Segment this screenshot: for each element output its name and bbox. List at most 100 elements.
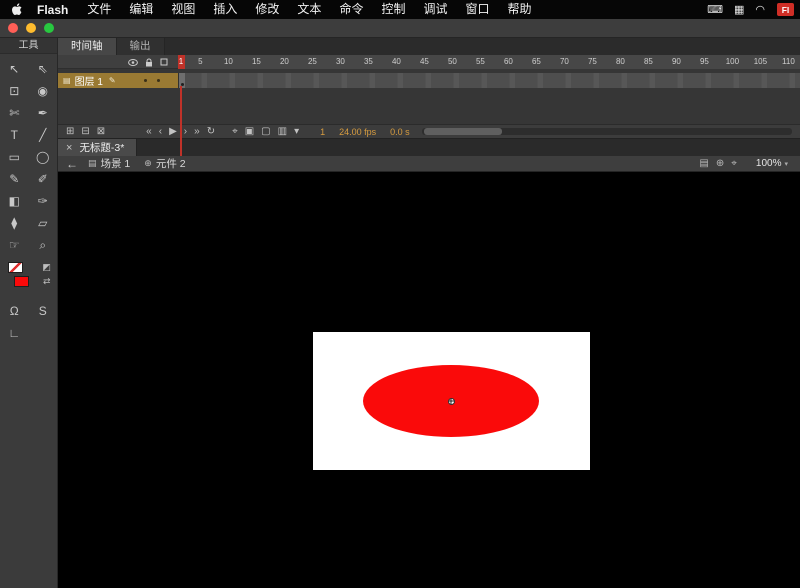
lock-column-icon[interactable] xyxy=(145,58,153,67)
menu-item[interactable]: 插入 xyxy=(204,0,246,19)
text-tool[interactable]: T xyxy=(0,124,29,146)
back-button[interactable]: ← xyxy=(66,157,78,171)
layer-lock-dot[interactable] xyxy=(157,79,160,82)
ruler-frame-label: 30 xyxy=(335,56,345,66)
tab-output[interactable]: 输出 xyxy=(116,38,165,55)
minimize-window-button[interactable] xyxy=(26,23,36,33)
playhead[interactable]: 1 xyxy=(178,55,185,69)
layer-edit-pencil-icon: ✎ xyxy=(108,76,116,85)
tab-timeline[interactable]: 时间轴 xyxy=(58,38,117,55)
menu-item[interactable]: 文本 xyxy=(288,0,330,19)
scene-icon: ▤ xyxy=(88,158,97,168)
menu-item[interactable]: 修改 xyxy=(246,0,288,19)
keyboard-icon[interactable]: ⌨ xyxy=(707,3,723,16)
display-icon[interactable]: ▦ xyxy=(734,3,744,16)
step-back-button[interactable]: ‹ xyxy=(159,125,162,139)
outline-column-icon[interactable] xyxy=(160,58,168,66)
close-window-button[interactable] xyxy=(8,23,18,33)
ruler-frame-label: 25 xyxy=(307,56,317,66)
straighten-button[interactable]: ∟ xyxy=(0,322,29,344)
center-stage-button[interactable]: ⌖ xyxy=(731,157,737,171)
layer-visibility-dot[interactable] xyxy=(144,79,147,82)
swap-colors-button[interactable]: ⇄ xyxy=(42,276,51,286)
loop-button[interactable]: ↻ xyxy=(207,125,215,139)
go-to-last-frame-button[interactable]: » xyxy=(194,125,200,139)
edit-symbol-button[interactable]: ⊕ xyxy=(716,157,724,171)
new-folder-button[interactable]: ⊟ xyxy=(81,125,89,139)
oval-tool[interactable]: ◯ xyxy=(29,146,58,168)
color-controls: ◩ ⇄ xyxy=(0,260,57,294)
play-button[interactable]: ▶ xyxy=(169,125,177,139)
menu-item[interactable]: 控制 xyxy=(372,0,414,19)
menu-item[interactable]: 帮助 xyxy=(499,0,541,19)
ruler-frame-label: 60 xyxy=(503,56,513,66)
selection-tool[interactable]: ↖ xyxy=(0,58,29,80)
edit-scene-button[interactable]: ▤ xyxy=(699,157,708,171)
timeline-scrollbar-thumb[interactable] xyxy=(423,128,502,135)
gradient-transform-tool[interactable]: ◉ xyxy=(29,80,58,102)
timeline-scrollbar[interactable] xyxy=(421,128,792,135)
onion-skin-button[interactable]: ▣ xyxy=(245,125,254,139)
chevron-down-icon: ▾ xyxy=(784,160,788,168)
stage-canvas[interactable] xyxy=(313,332,590,470)
tools-panel-tab[interactable]: 工具 xyxy=(0,38,57,54)
flash-app-badge[interactable]: Fl xyxy=(777,3,794,16)
rectangle-tool[interactable]: ▭ xyxy=(0,146,29,168)
menu-item[interactable]: 文件 xyxy=(78,0,120,19)
zoom-control[interactable]: 100% ▾ xyxy=(756,158,788,169)
paint-bucket-tool[interactable]: ◧ xyxy=(0,190,29,212)
playhead-line[interactable] xyxy=(180,86,182,156)
close-document-icon[interactable]: × xyxy=(66,142,72,154)
frame-rate-value[interactable]: 24.00 fps xyxy=(339,127,376,137)
zoom-tool[interactable]: ⌕ xyxy=(29,234,58,256)
line-tool[interactable]: ╱ xyxy=(29,124,58,146)
scene-breadcrumb[interactable]: 场景 1 xyxy=(101,156,131,171)
zoom-value[interactable]: 100% xyxy=(756,158,782,169)
eraser-tool[interactable]: ▱ xyxy=(29,212,58,234)
lasso-tool[interactable]: ✄ xyxy=(0,102,29,124)
fill-color-chip[interactable] xyxy=(14,276,29,287)
symbol-breadcrumb[interactable]: 元件 2 xyxy=(156,156,186,171)
edit-multiple-frames-button[interactable]: ▥ xyxy=(278,125,287,139)
window-titlebar[interactable] xyxy=(0,19,800,38)
pen-tool[interactable]: ✒ xyxy=(29,102,58,124)
onion-skin-outlines-button[interactable]: ▢ xyxy=(261,125,270,139)
smooth-button[interactable]: S xyxy=(29,300,58,322)
hand-tool[interactable]: ☞ xyxy=(0,234,29,256)
stroke-color-chip[interactable] xyxy=(8,262,23,273)
red-ellipse-shape[interactable] xyxy=(363,365,539,437)
menu-item[interactable]: 窗口 xyxy=(456,0,498,19)
layer-row[interactable]: ▤ 图层 1 ✎ xyxy=(58,73,800,88)
step-forward-button[interactable]: › xyxy=(184,125,187,139)
app-menu[interactable]: Flash xyxy=(27,3,78,17)
eyedropper-tool[interactable]: ⧫ xyxy=(0,212,29,234)
delete-layer-button[interactable]: ⊠ xyxy=(97,125,105,139)
free-transform-tool[interactable]: ⊡ xyxy=(0,80,29,102)
menu-item[interactable]: 视图 xyxy=(162,0,204,19)
center-frame-button[interactable]: ⌖ xyxy=(232,125,238,139)
modify-markers-button[interactable]: ▾ xyxy=(294,125,299,139)
subselection-tool[interactable]: ⇖ xyxy=(29,58,58,80)
menu-item[interactable]: 编辑 xyxy=(120,0,162,19)
menu-item[interactable]: 调试 xyxy=(414,0,456,19)
timeline-ruler[interactable]: 1 5 10 15 20 25 30 35 40 45 50 55 60 65 70 75 80 85 90 95 1… xyxy=(178,55,800,69)
current-frame-value: 1 xyxy=(320,126,326,137)
snap-to-objects-button[interactable]: Ω xyxy=(0,300,29,322)
visibility-column-icon[interactable] xyxy=(128,58,138,66)
layer-name-cell[interactable]: ▤ 图层 1 ✎ xyxy=(58,73,178,88)
stage-pasteboard[interactable] xyxy=(58,172,800,588)
layer-frames[interactable] xyxy=(178,73,800,88)
ink-bottle-tool[interactable]: ✑ xyxy=(29,190,58,212)
go-to-first-frame-button[interactable]: « xyxy=(146,125,152,139)
default-colors-button[interactable]: ◩ xyxy=(42,262,51,272)
menu-item[interactable]: 命令 xyxy=(330,0,372,19)
wifi-icon[interactable]: ◠ xyxy=(755,3,765,16)
status-icons: ⌨ ▦ ◠ xyxy=(707,3,765,16)
pencil-tool[interactable]: ✎ xyxy=(0,168,29,190)
new-layer-button[interactable]: ⊞ xyxy=(66,125,74,139)
layer-name[interactable]: 图层 1 xyxy=(75,73,103,88)
document-tab[interactable]: × 无标题-3* xyxy=(58,139,138,156)
brush-tool[interactable]: ✐ xyxy=(29,168,58,190)
apple-menu[interactable] xyxy=(12,3,23,16)
zoom-window-button[interactable] xyxy=(44,23,54,33)
